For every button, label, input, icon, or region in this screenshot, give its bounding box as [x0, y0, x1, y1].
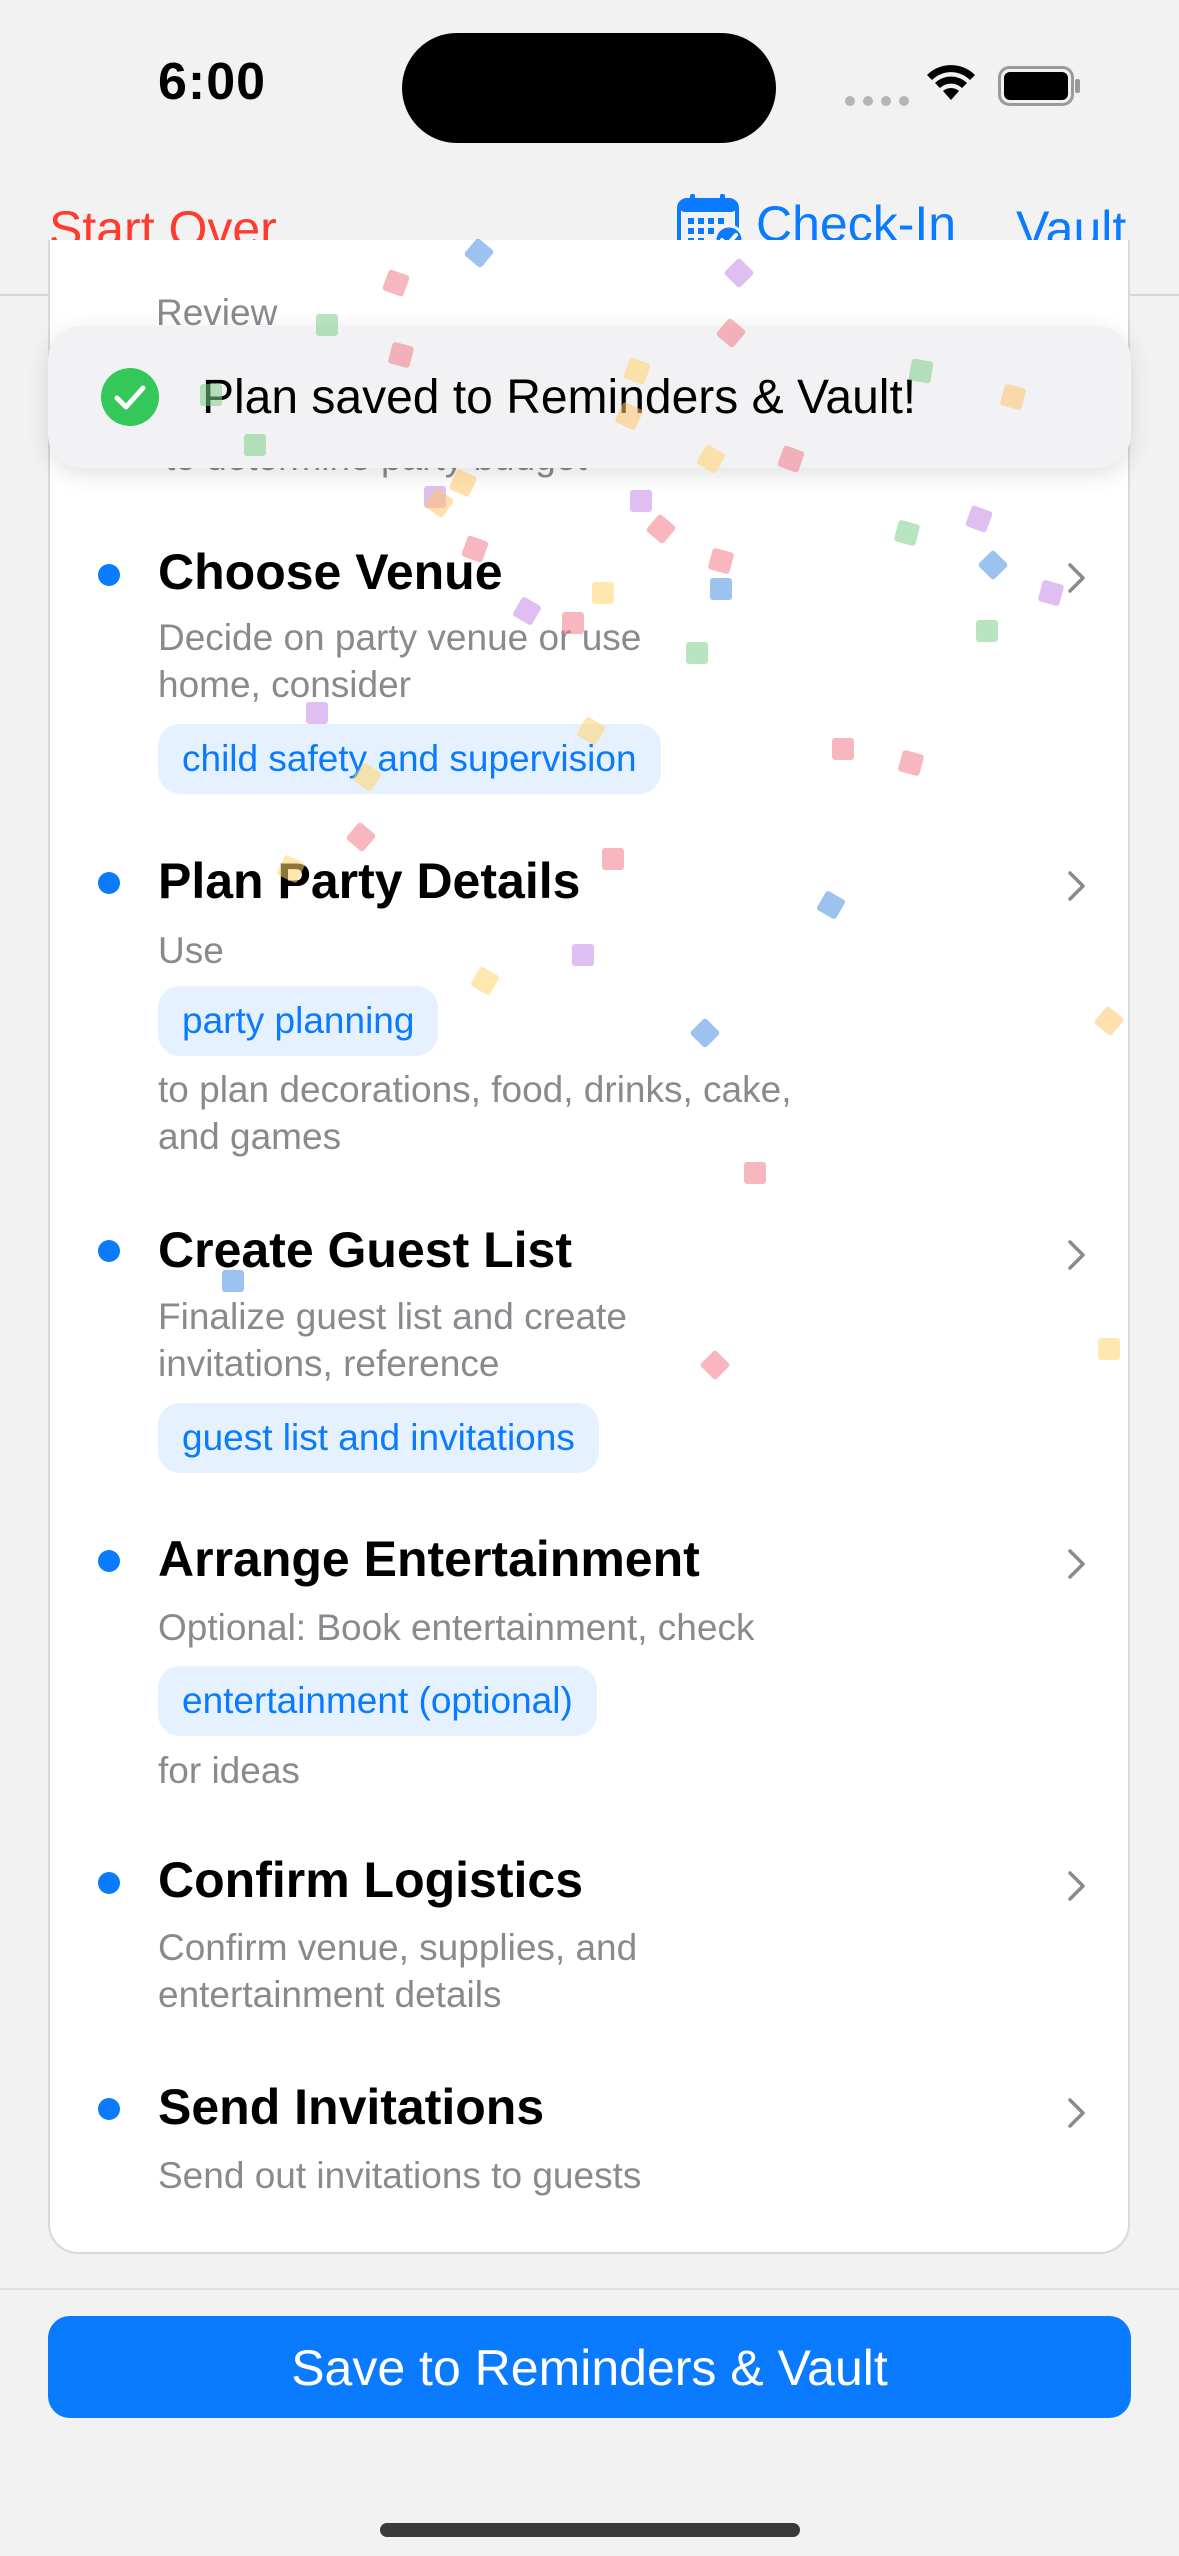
plan-steps-card: Choose Venue Decide on party venue or us…: [48, 240, 1130, 2254]
chevron-right-icon: [1068, 1549, 1085, 1579]
step-description: Finalize guest list and create: [158, 1296, 627, 1337]
success-toast: Plan saved to Reminders & Vault!: [48, 326, 1131, 468]
chevron-right-icon: [1068, 563, 1085, 593]
screen: 6:00 Start Over Check-In Vault Choose Ve…: [0, 0, 1179, 2556]
save-to-reminders-and-vault-button[interactable]: Save to Reminders & Vault: [48, 2316, 1131, 2418]
step-description: Send out invitations to guests: [158, 2155, 642, 2196]
step-title: Plan Party Details: [158, 853, 581, 909]
step-bullet: [98, 1550, 120, 1572]
battery-icon: [998, 66, 1080, 106]
home-indicator: [380, 2523, 800, 2537]
step-description-continued: for ideas: [158, 1750, 300, 1791]
chevron-right-icon: [1068, 2098, 1085, 2128]
step-description: entertainment details: [158, 1974, 502, 2015]
status-time: 6:00: [158, 53, 267, 111]
step-title: Arrange Entertainment: [158, 1531, 700, 1587]
step-description: invitations, reference: [158, 1343, 500, 1384]
step-title: Send Invitations: [158, 2079, 545, 2135]
step-description: home, consider: [158, 664, 411, 705]
bottom-bar: Save to Reminders & Vault: [0, 2288, 1179, 2556]
cellular-signal-icon: [845, 96, 909, 106]
chevron-right-icon: [1068, 871, 1085, 901]
reference-chip[interactable]: child safety and supervision: [158, 724, 661, 794]
step-bullet: [98, 2098, 120, 2120]
step-title: Choose Venue: [158, 544, 503, 600]
step-description-continued: to plan decorations, food, drinks, cake,: [158, 1069, 792, 1110]
dynamic-island: [402, 33, 776, 143]
toast-message: Plan saved to Reminders & Vault!: [202, 371, 917, 424]
reference-chip[interactable]: entertainment (optional): [158, 1666, 597, 1736]
step-description-continued: and games: [158, 1116, 342, 1157]
step-description: Decide on party venue or use: [158, 617, 642, 658]
step-description: Optional: Book entertainment, check: [158, 1607, 755, 1648]
checkmark-circle-icon: [101, 368, 159, 426]
step-bullet: [98, 564, 120, 586]
reference-chip[interactable]: guest list and invitations: [158, 1403, 599, 1473]
step-bullet: [98, 1240, 120, 1262]
step-description: Confirm venue, supplies, and: [158, 1927, 638, 1968]
step-title: Confirm Logistics: [158, 1852, 584, 1908]
step-description: Use: [158, 930, 224, 971]
chevron-right-icon: [1068, 1871, 1085, 1901]
step-title: Create Guest List: [158, 1222, 573, 1278]
step-bullet: [98, 1872, 120, 1894]
step-bullet: [98, 872, 120, 894]
wifi-icon: [927, 65, 975, 100]
chevron-right-icon: [1068, 1240, 1085, 1270]
reference-chip[interactable]: party planning: [158, 986, 439, 1056]
status-bar: 6:00: [0, 0, 1179, 170]
